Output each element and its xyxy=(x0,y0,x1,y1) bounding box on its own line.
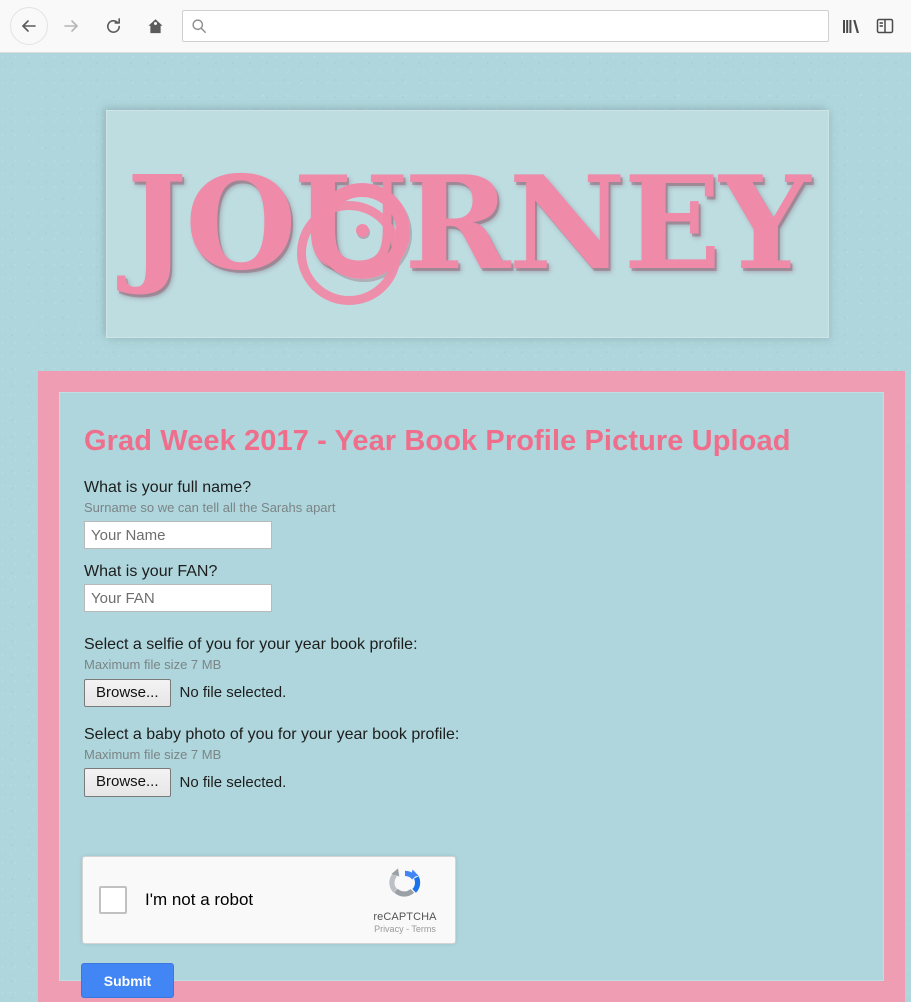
forward-button[interactable] xyxy=(54,9,88,43)
library-icon[interactable] xyxy=(841,16,861,36)
site-logo-text: JOURNEY xyxy=(126,149,811,299)
recaptcha-privacy-link[interactable]: Privacy xyxy=(374,924,404,934)
sidebar-icon[interactable] xyxy=(875,16,895,36)
recaptcha-brand: reCAPTCHA Privacy - Terms xyxy=(361,866,455,934)
recaptcha-label: I'm not a robot xyxy=(145,890,254,909)
field-help-selfie-upload: Maximum file size 7 MB xyxy=(84,657,222,673)
logo-eye-pupil-icon xyxy=(356,224,369,237)
field-label-selfie-upload: Select a selfie of you for your year boo… xyxy=(84,636,418,654)
form-card-inner: Grad Week 2017 - Year Book Profile Pictu… xyxy=(59,392,884,998)
page-body: JOURNEY Grad Week 2017 - Year Book Profi… xyxy=(0,53,911,1002)
recaptcha-widget[interactable]: I'm not a robot reCAPTCHA Privacy - Term… xyxy=(82,856,456,944)
recaptcha-terms-link[interactable]: Terms xyxy=(411,924,436,934)
selfie-file-status: No file selected. xyxy=(179,684,287,702)
field-group-full-name: What is your full name? Surname so we ca… xyxy=(84,478,859,550)
recaptcha-checkbox[interactable] xyxy=(99,886,127,914)
forward-arrow-icon xyxy=(61,16,81,36)
browser-toolbar xyxy=(0,0,911,53)
field-group-baby-photo-upload: Select a baby photo of you for your year… xyxy=(84,725,859,797)
toolbar-right-group xyxy=(841,16,901,36)
recaptcha-logo-icon xyxy=(386,866,424,909)
home-icon xyxy=(146,17,165,36)
field-help-full-name: Surname so we can tell all the Sarahs ap… xyxy=(84,500,336,515)
home-button[interactable] xyxy=(138,9,172,43)
recaptcha-brand-name: reCAPTCHA xyxy=(373,911,437,923)
field-label-baby-photo-upload: Select a baby photo of you for your year… xyxy=(84,726,460,743)
field-help-baby-photo-upload: Maximum file size 7 MB xyxy=(84,747,222,762)
search-input[interactable] xyxy=(213,17,820,35)
page-title: Grad Week 2017 - Year Book Profile Pictu… xyxy=(84,425,791,457)
site-logo-banner: JOURNEY xyxy=(106,110,829,338)
file-row-baby-photo: Browse... No file selected. xyxy=(84,768,859,797)
selfie-browse-button[interactable]: Browse... xyxy=(84,678,171,707)
search-icon xyxy=(191,18,207,34)
back-button[interactable] xyxy=(10,7,48,45)
field-label-full-name: What is your full name? xyxy=(84,479,252,496)
fan-input[interactable] xyxy=(84,584,272,613)
field-group-fan: What is your FAN? xyxy=(84,562,859,613)
submit-button[interactable]: Submit xyxy=(81,963,174,998)
back-arrow-icon xyxy=(19,16,39,36)
form-card: Grad Week 2017 - Year Book Profile Pictu… xyxy=(38,371,905,1002)
address-bar[interactable] xyxy=(182,10,829,42)
full-name-input[interactable] xyxy=(84,521,272,550)
reload-button[interactable] xyxy=(96,9,130,43)
field-label-fan: What is your FAN? xyxy=(84,563,218,581)
field-group-selfie-upload: Select a selfie of you for your year boo… xyxy=(84,635,859,707)
baby-photo-file-status: No file selected. xyxy=(179,774,287,791)
recaptcha-brand-links: Privacy - Terms xyxy=(374,924,436,934)
baby-photo-browse-button[interactable]: Browse... xyxy=(84,768,171,797)
logo-eye-inner-ring-icon xyxy=(297,201,401,305)
reload-icon xyxy=(104,17,123,36)
file-row-selfie: Browse... No file selected. xyxy=(84,678,859,707)
